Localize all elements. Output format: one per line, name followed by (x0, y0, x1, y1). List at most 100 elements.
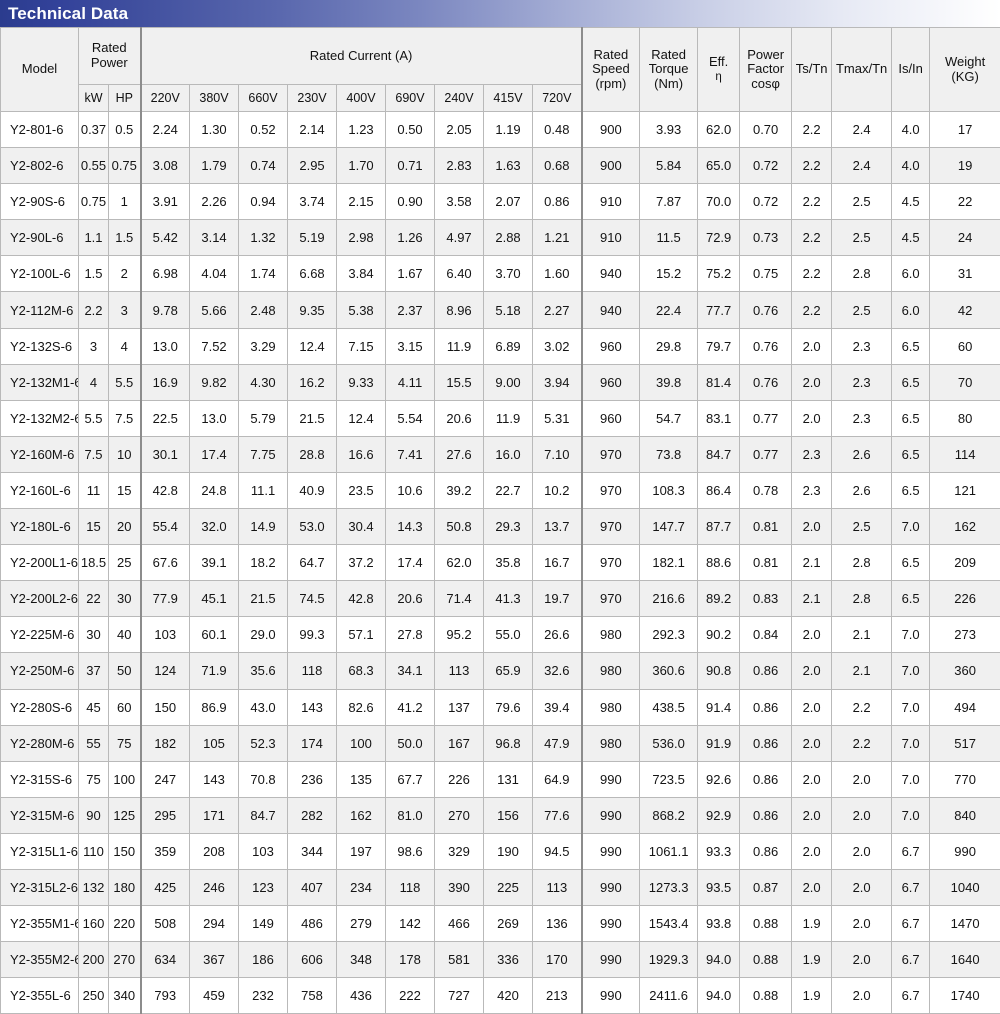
cell-rated-torque-nm: 536.0 (640, 725, 698, 761)
table-row: Y2-315S-67510024714370.823613567.7226131… (1, 761, 1000, 797)
cell-hp: 0.5 (109, 112, 141, 148)
cell-power-factor-cos: 0.88 (740, 906, 792, 942)
cell-rated-torque-nm: 438.5 (640, 689, 698, 725)
col-header-kw: kW (79, 85, 109, 112)
col-header-400v: 400V (337, 85, 386, 112)
cell-240v: 62.0 (435, 545, 484, 581)
cell-weight-kg: 60 (930, 328, 1000, 364)
cell-660v: 29.0 (239, 617, 288, 653)
cell-690v: 3.15 (386, 328, 435, 364)
table-row: Y2-200L2-6223077.945.121.574.542.820.671… (1, 581, 1000, 617)
cell-415v: 9.00 (484, 364, 533, 400)
cell-eff: 92.9 (698, 797, 740, 833)
cell-power-factor-cos: 0.75 (740, 256, 792, 292)
cell-400v: 16.6 (337, 436, 386, 472)
weight-line2: (KG) (951, 69, 978, 84)
cell-rated-torque-nm: 1273.3 (640, 869, 698, 905)
cell-weight-kg: 517 (930, 725, 1000, 761)
cell-ts-tn: 2.0 (792, 328, 832, 364)
cell-hp: 15 (109, 472, 141, 508)
table-row: Y2-90S-60.7513.912.260.943.742.150.903.5… (1, 184, 1000, 220)
cell-power-factor-cos: 0.88 (740, 942, 792, 978)
cell-720v: 0.48 (533, 112, 582, 148)
cell-eff: 77.7 (698, 292, 740, 328)
col-header-efficiency: Eff. η (698, 28, 740, 112)
cell-weight-kg: 273 (930, 617, 1000, 653)
cell-660v: 0.94 (239, 184, 288, 220)
cell-400v: 68.3 (337, 653, 386, 689)
cell-rated-torque-nm: 22.4 (640, 292, 698, 328)
cell-tmax-tn: 2.1 (832, 617, 892, 653)
cell-rated-speed-rpm: 970 (582, 472, 640, 508)
cell-720v: 1.60 (533, 256, 582, 292)
cell-230v: 282 (288, 797, 337, 833)
col-header-tmax-tn: Tmax/Tn (832, 28, 892, 112)
cell-rated-torque-nm: 292.3 (640, 617, 698, 653)
rated-speed-line3: (rpm) (595, 76, 626, 91)
cell-230v: 606 (288, 942, 337, 978)
cell-380v: 24.8 (190, 472, 239, 508)
cell-is-in: 7.0 (892, 653, 930, 689)
col-header-weight: Weight (KG) (930, 28, 1000, 112)
cell-660v: 0.74 (239, 148, 288, 184)
cell-230v: 3.74 (288, 184, 337, 220)
cell-tmax-tn: 2.0 (832, 761, 892, 797)
cell-hp: 10 (109, 436, 141, 472)
cell-rated-torque-nm: 360.6 (640, 653, 698, 689)
cell-720v: 39.4 (533, 689, 582, 725)
cell-rated-torque-nm: 29.8 (640, 328, 698, 364)
cell-230v: 236 (288, 761, 337, 797)
cell-tmax-tn: 2.5 (832, 292, 892, 328)
cell-230v: 344 (288, 833, 337, 869)
cell-690v: 34.1 (386, 653, 435, 689)
rated-torque-line3: (Nm) (654, 76, 683, 91)
table-row: Y2-132S-63413.07.523.2912.47.153.1511.96… (1, 328, 1000, 364)
col-header-rated-torque: Rated Torque (Nm) (640, 28, 698, 112)
cell-400v: 436 (337, 978, 386, 1014)
cell-tmax-tn: 2.5 (832, 184, 892, 220)
pf-line1: Power (747, 47, 784, 62)
pf-line3: cosφ (751, 76, 780, 91)
cell-415v: 16.0 (484, 436, 533, 472)
cell-kw: 7.5 (79, 436, 109, 472)
cell-380v: 4.04 (190, 256, 239, 292)
cell-240v: 20.6 (435, 400, 484, 436)
cell-415v: 96.8 (484, 725, 533, 761)
cell-660v: 70.8 (239, 761, 288, 797)
cell-power-factor-cos: 0.88 (740, 978, 792, 1014)
cell-400v: 162 (337, 797, 386, 833)
cell-tmax-tn: 2.3 (832, 400, 892, 436)
cell-660v: 149 (239, 906, 288, 942)
cell-weight-kg: 70 (930, 364, 1000, 400)
cell-is-in: 6.5 (892, 436, 930, 472)
cell-kw: 1.1 (79, 220, 109, 256)
cell-rated-speed-rpm: 990 (582, 978, 640, 1014)
cell-220v: 150 (141, 689, 190, 725)
cell-690v: 41.2 (386, 689, 435, 725)
cell-eff: 62.0 (698, 112, 740, 148)
cell-is-in: 6.7 (892, 978, 930, 1014)
cell-660v: 43.0 (239, 689, 288, 725)
cell-ts-tn: 2.0 (792, 833, 832, 869)
cell-380v: 17.4 (190, 436, 239, 472)
cell-rated-speed-rpm: 910 (582, 220, 640, 256)
cell-ts-tn: 2.3 (792, 472, 832, 508)
cell-hp: 7.5 (109, 400, 141, 436)
cell-eff: 83.1 (698, 400, 740, 436)
table-row: Y2-355M1-6160220508294149486279142466269… (1, 906, 1000, 942)
cell-220v: 13.0 (141, 328, 190, 364)
cell-model: Y2-355M2-6 (1, 942, 79, 978)
cell-380v: 45.1 (190, 581, 239, 617)
cell-ts-tn: 1.9 (792, 906, 832, 942)
cell-kw: 0.37 (79, 112, 109, 148)
cell-230v: 53.0 (288, 509, 337, 545)
cell-eff: 72.9 (698, 220, 740, 256)
cell-ts-tn: 2.0 (792, 797, 832, 833)
cell-kw: 0.55 (79, 148, 109, 184)
cell-220v: 508 (141, 906, 190, 942)
cell-hp: 270 (109, 942, 141, 978)
cell-model: Y2-280M-6 (1, 725, 79, 761)
cell-kw: 1.5 (79, 256, 109, 292)
cell-220v: 16.9 (141, 364, 190, 400)
cell-kw: 110 (79, 833, 109, 869)
